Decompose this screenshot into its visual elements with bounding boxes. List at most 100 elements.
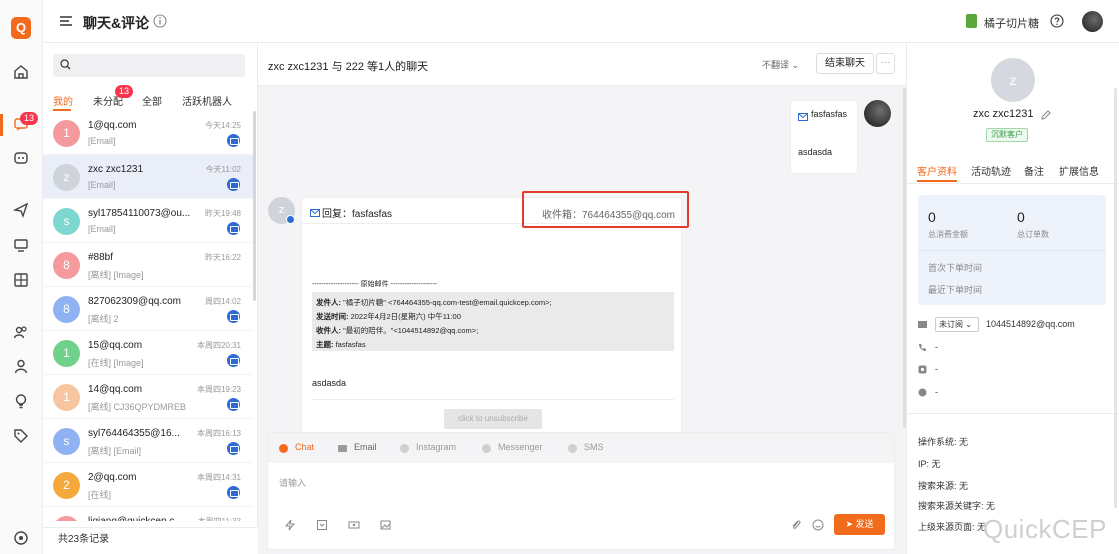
channel-tab-email[interactable]: Email	[354, 442, 377, 452]
conversation-item[interactable]: 2 2@qq.com [在线] 本周四14:31	[43, 463, 253, 507]
last-message-preview: [Email]	[88, 224, 116, 234]
customer-tag: 沉默客户	[986, 128, 1028, 142]
meta-ip: IP: 无	[918, 459, 941, 469]
contact-avatar: 2	[53, 472, 80, 499]
tab-notes[interactable]: 备注	[1024, 163, 1044, 178]
contact-avatar: 1	[53, 120, 80, 147]
quoted-line: 发送时间: 2022年4月2日(星期六) 中午11:00	[316, 310, 670, 324]
attachment-icon[interactable]	[790, 519, 802, 531]
tab-extended-info[interactable]: 扩展信息	[1059, 163, 1099, 178]
conversation-item[interactable]: 1 1@qq.com [Email] 今天14:25	[43, 111, 253, 155]
users-icon[interactable]	[13, 324, 29, 340]
list-scrollbar[interactable]	[253, 111, 256, 301]
bot-icon[interactable]	[13, 150, 29, 166]
edit-icon[interactable]	[1041, 109, 1051, 123]
rail-chat-badge: 13	[20, 112, 39, 125]
quoted-key: 主题:	[316, 340, 334, 349]
tag-icon[interactable]	[13, 428, 29, 444]
customer-avatar-large: z	[991, 58, 1035, 102]
chat-area: zxc zxc1231 与 222 等1人的聊天 不翻译 ⌄ 结束聊天 ··· …	[258, 43, 906, 554]
send-icon[interactable]	[13, 202, 29, 218]
mail-icon	[918, 320, 927, 329]
contact-name: syl17854110073@ou...	[88, 208, 191, 219]
last-message-time: 本周四11:33	[198, 516, 241, 521]
meta-referrer: 上级来源页面: 无	[918, 522, 987, 532]
quick-reply-icon[interactable]	[284, 519, 296, 531]
panel-scrollbar[interactable]	[1114, 88, 1117, 508]
user-avatar[interactable]	[1082, 11, 1103, 32]
chat-header: zxc zxc1231 与 222 等1人的聊天 不翻译 ⌄ 结束聊天 ···	[258, 43, 906, 86]
contact-avatar: 1	[53, 340, 80, 367]
inbox-highlight-box	[522, 191, 689, 228]
quoted-value: "橘子切片糖" <764464355-qq.com-test@email.qui…	[341, 298, 552, 307]
end-chat-button[interactable]: 结束聊天	[816, 53, 874, 74]
email-channel-icon	[227, 310, 240, 323]
conversation-item[interactable]: s syl17854110073@ou... [Email] 昨天19:48	[43, 199, 253, 243]
help-icon[interactable]	[1050, 14, 1064, 31]
first-order-label: 首次下单时间	[928, 263, 983, 273]
contact-avatar: l	[53, 516, 80, 521]
tab-mine[interactable]: 我的	[53, 93, 73, 108]
channel-tab-chat[interactable]: Chat	[295, 442, 314, 452]
subscription-select[interactable]: 未订阅 ⌄	[935, 317, 979, 332]
coupon-icon[interactable]	[348, 519, 360, 531]
more-button[interactable]: ···	[876, 53, 895, 74]
agent-avatar	[864, 100, 891, 127]
user-icon[interactable]	[13, 358, 29, 374]
send-button[interactable]: ➤ 发送	[834, 514, 885, 535]
last-message-time: 本周四14:31	[196, 473, 241, 482]
contact-avatar: 1	[53, 384, 80, 411]
incoming-message: 回复：fasfasfas 收件箱：764464355@qq.com ------…	[301, 197, 682, 437]
contact-avatar: z	[53, 164, 80, 191]
divider	[918, 250, 1106, 251]
translate-dropdown[interactable]: 不翻译 ⌄	[762, 58, 799, 71]
phone-icon	[918, 343, 927, 352]
layout-icon[interactable]	[13, 272, 29, 288]
watermark: QuickCEP	[983, 514, 1107, 544]
meta-search-keyword: 搜索来源关键字: 无	[918, 501, 996, 511]
conversation-item[interactable]: z zxc zxc1231 [Email] 今天11:02	[43, 155, 253, 199]
contact-avatar: s	[53, 208, 80, 235]
last-message-time: 周四14:02	[204, 297, 241, 306]
total-spend-label: 总消费金额	[928, 230, 968, 239]
settings-circle-icon[interactable]	[13, 530, 29, 546]
last-message-time: 昨天19:48	[204, 209, 241, 218]
emoji-icon[interactable]	[812, 519, 824, 531]
quoted-key: 发件人:	[316, 298, 341, 307]
template-icon[interactable]	[316, 519, 328, 531]
customer-email: 1044514892@qq.com	[986, 319, 1075, 329]
lightbulb-icon[interactable]	[13, 393, 29, 409]
conversation-item[interactable]: 8 827062309@qq.com [离线] 2 周四14:02	[43, 287, 253, 331]
conversation-item[interactable]: s syl764464355@16... [离线] [Email] 本周四16:13	[43, 419, 253, 463]
info-icon[interactable]	[153, 14, 167, 31]
customer-stats: 0 总消费金额 0 总订单数 首次下单时间 最近下单时间	[918, 195, 1106, 305]
tab-customer-profile[interactable]: 客户资料	[917, 163, 957, 178]
conversation-item[interactable]: 8 #88bf [离线] [Image] 昨天16:22	[43, 243, 253, 287]
quoted-line: 发件人: "橘子切片糖" <764464355-qq.com-test@emai…	[316, 296, 670, 310]
channel-tab-instagram[interactable]: Instagram	[416, 442, 456, 452]
profile-tabs: 客户资料 活动轨迹 备注 扩展信息	[917, 163, 1117, 183]
contact-name: liqiang@quickcep.c...	[88, 516, 196, 521]
channel-tab-sms[interactable]: SMS	[584, 442, 604, 452]
image-icon[interactable]	[380, 519, 392, 531]
conversation-item[interactable]: 1 14@qq.com [离线] CJ36QPYDMREB 本周四19:23	[43, 375, 253, 419]
outgoing-message: fasfasfas asdasda	[790, 100, 858, 174]
tab-all[interactable]: 全部	[142, 93, 162, 108]
home-icon[interactable]	[13, 64, 29, 80]
contact-name: 15@qq.com	[88, 340, 143, 351]
shop-name[interactable]: 橘子切片糖	[984, 15, 1039, 31]
conversation-item[interactable]: l liqiang@quickcep.c...本周四11:33	[43, 507, 253, 521]
menu-icon[interactable]	[59, 14, 73, 31]
conversation-item[interactable]: 1 15@qq.com [在线] [Image] 本周四20:31	[43, 331, 253, 375]
unsubscribe-button[interactable]: click to unsubscribe	[444, 409, 542, 429]
left-rail: Q 13	[0, 0, 43, 554]
contact-avatar: s	[53, 428, 80, 455]
message-input[interactable]: 请输入	[279, 476, 306, 489]
search-input[interactable]	[53, 54, 245, 77]
tab-active-bots[interactable]: 活跃机器人	[182, 93, 232, 108]
mail-icon	[798, 110, 808, 124]
channel-tab-messenger[interactable]: Messenger	[498, 442, 543, 452]
last-message-time: 今天11:02	[205, 165, 241, 174]
monitor-icon[interactable]	[13, 237, 29, 253]
tab-activity[interactable]: 活动轨迹	[971, 163, 1011, 178]
